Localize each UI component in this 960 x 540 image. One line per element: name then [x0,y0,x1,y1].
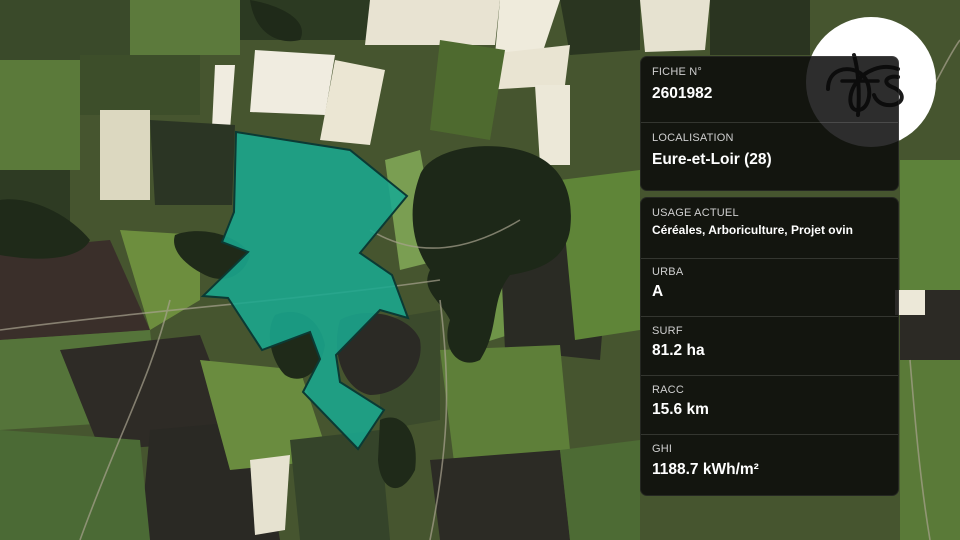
usage-row: USAGE ACTUEL Céréales, Arboriculture, Pr… [641,198,898,258]
urba-value: A [652,283,664,300]
usage-value: Céréales, Arboriculture, Projet ovin [652,223,853,237]
usage-label: USAGE ACTUEL [652,207,739,219]
ghi-row: GHI 1188.7 kWh/m² [641,434,898,495]
urba-row: URBA A [641,258,898,316]
surf-label: SURF [652,325,683,337]
localisation-row: LOCALISATION Eure-et-Loir (28) [641,122,898,190]
ghi-label: GHI [652,443,673,455]
info-card-top: FICHE N° 2601982 LOCALISATION Eure-et-Lo… [640,56,899,191]
localisation-value: Eure-et-Loir (28) [652,151,772,168]
fiche-row: FICHE N° 2601982 [641,57,898,122]
racc-row: RACC 15.6 km [641,375,898,434]
racc-value: 15.6 km [652,401,709,418]
info-card-bottom: USAGE ACTUEL Céréales, Arboriculture, Pr… [640,197,899,496]
racc-label: RACC [652,384,684,396]
surf-value: 81.2 ha [652,342,705,359]
ghi-value: 1188.7 kWh/m² [652,461,759,478]
surf-row: SURF 81.2 ha [641,316,898,375]
localisation-label: LOCALISATION [652,132,734,144]
urba-label: URBA [652,266,684,278]
fiche-label: FICHE N° [652,66,702,78]
fiche-value: 2601982 [652,85,713,102]
